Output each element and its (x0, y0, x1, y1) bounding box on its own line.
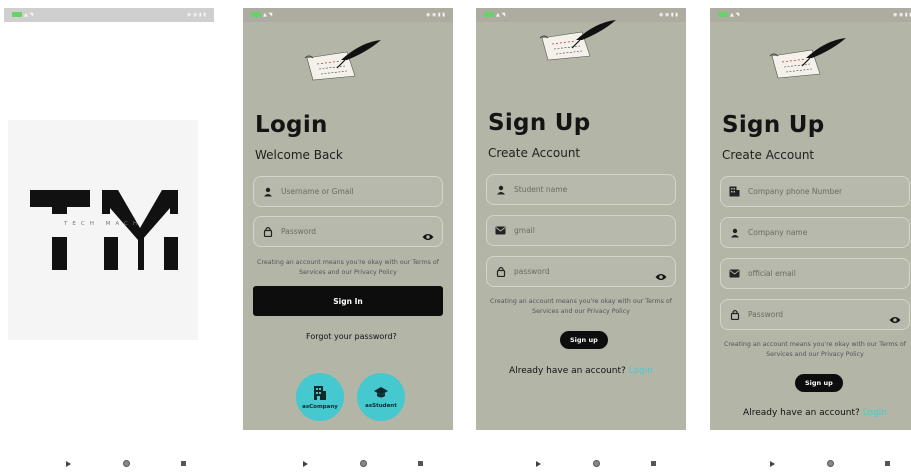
password-input[interactable] (514, 267, 654, 276)
page-subtitle: Create Account (488, 146, 581, 160)
terms-text: Creating an account means you're okay wi… (257, 259, 439, 276)
page-title: Sign Up (488, 110, 591, 136)
person-icon (262, 186, 273, 197)
recents-icon[interactable] (418, 461, 423, 466)
as-company-button[interactable]: asCompany (296, 373, 344, 421)
quill-paper-logo-icon (769, 38, 846, 79)
quill-paper-logo-icon (539, 20, 616, 61)
page-title: Login (255, 112, 328, 138)
recents-icon[interactable] (885, 461, 890, 466)
person-icon (729, 227, 740, 238)
company-name-field[interactable] (720, 217, 910, 248)
gmail-field[interactable] (486, 215, 676, 246)
username-input[interactable] (281, 187, 421, 196)
home-icon[interactable] (359, 460, 367, 467)
building-icon (729, 186, 740, 197)
login-link[interactable]: Login (629, 366, 653, 376)
password-input[interactable] (281, 227, 421, 236)
page-title: Sign Up (722, 112, 825, 138)
lock-icon (729, 309, 740, 320)
lock-icon (262, 226, 273, 237)
splash-logo-card: TECH MACH (8, 120, 198, 340)
as-company-label: asCompany (302, 403, 338, 410)
eye-icon[interactable] (655, 267, 667, 286)
mail-icon (729, 268, 740, 279)
official-email-field[interactable] (720, 258, 910, 289)
already-account-line: Already have an account? Login (476, 366, 686, 376)
status-bar: ▲ ◥ ◉ ◉ ▮ ▮ (4, 8, 214, 22)
password-field[interactable] (720, 299, 910, 330)
back-icon[interactable] (66, 460, 71, 467)
home-icon[interactable] (122, 460, 130, 467)
sign-up-button[interactable]: Sign up (795, 374, 843, 392)
back-icon[interactable] (770, 460, 775, 467)
splash-screen: ▲ ◥ ◉ ◉ ▮ ▮ TECH MACH (4, 8, 214, 430)
forgot-password-link[interactable]: Forgot your password? (306, 332, 397, 341)
home-icon[interactable] (826, 460, 834, 467)
tm-logo-icon (30, 190, 178, 270)
recents-icon[interactable] (181, 461, 186, 466)
nav-bar (303, 460, 423, 467)
signup-student-screen: ▲ ◥◉ ◉ ▮ ▮ Sign Up Create Account Creati… (476, 8, 686, 430)
back-icon[interactable] (536, 460, 541, 467)
terms-text: Creating an account means you're okay wi… (490, 298, 672, 315)
lock-icon (495, 266, 506, 277)
company-phone-field[interactable] (720, 176, 910, 207)
company-phone-input[interactable] (748, 187, 888, 196)
nav-bar (770, 460, 890, 467)
already-account-line: Already have an account? Login (710, 408, 911, 418)
brand-text: TECH MACH (64, 221, 142, 227)
page-subtitle: Welcome Back (255, 148, 343, 162)
building-icon (314, 385, 326, 400)
terms-text: Creating an account means you're okay wi… (724, 341, 906, 358)
password-field[interactable] (486, 256, 676, 287)
home-icon[interactable] (592, 460, 600, 467)
password-input[interactable] (748, 310, 888, 319)
eye-icon[interactable] (889, 310, 901, 329)
student-name-field[interactable] (486, 174, 676, 205)
student-name-input[interactable] (514, 185, 654, 194)
page-subtitle: Create Account (722, 148, 815, 162)
nav-bar (66, 460, 186, 467)
as-student-button[interactable]: asStudent (357, 373, 405, 421)
status-bar: ▲ ◥ ◉ ◉ ▮ ▮ (243, 8, 453, 22)
already-account-text: Already have an account? (743, 408, 860, 418)
quill-paper-logo-icon (304, 40, 381, 81)
password-field[interactable] (253, 216, 443, 247)
signup-company-screen: ▲ ◥ ◉ ◉ ▮ ▮ Sign Up Create Account Compa… (710, 8, 911, 430)
status-bar: ▲ ◥ ◉ ◉ ▮ ▮ (710, 8, 911, 22)
mail-icon (495, 225, 506, 236)
recents-icon[interactable] (651, 461, 656, 466)
nav-bar (536, 460, 656, 467)
already-account-text: Already have an account? (509, 366, 626, 376)
eye-icon[interactable] (422, 227, 434, 246)
company-name-input[interactable] (748, 228, 888, 237)
as-student-label: asStudent (365, 402, 397, 409)
person-icon (495, 184, 506, 195)
gmail-input[interactable] (514, 226, 654, 235)
sign-up-button[interactable]: Sign up (560, 331, 608, 349)
login-link[interactable]: Login (863, 408, 887, 418)
login-screen: ▲ ◥◉ ◉ ▮ ▮ Login Welcome Back Creating a… (243, 8, 453, 430)
sign-in-button[interactable]: Sign In (253, 286, 443, 316)
official-email-input[interactable] (748, 269, 888, 278)
username-field[interactable] (253, 176, 443, 207)
back-icon[interactable] (303, 460, 308, 467)
graduation-cap-icon (374, 386, 388, 397)
